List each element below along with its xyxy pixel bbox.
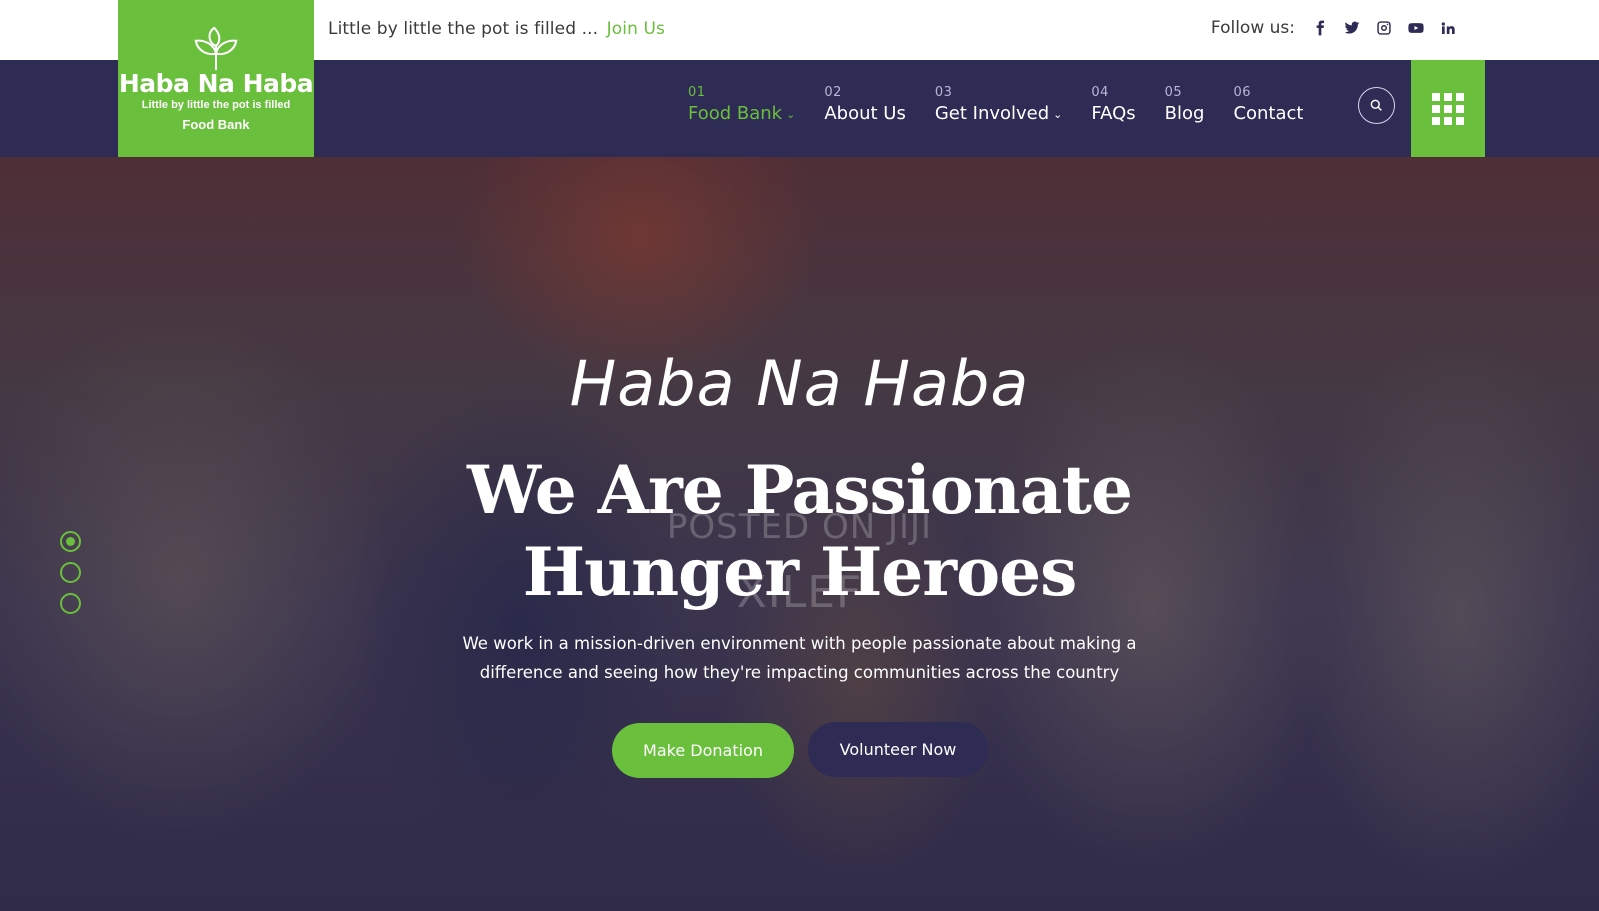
nav-label: Contact [1233, 103, 1304, 124]
chevron-down-icon: ⌄ [786, 108, 796, 121]
hero-description: We work in a mission-driven environment … [0, 629, 1599, 687]
nav-number: 03 [934, 85, 953, 100]
nav-item-faqs[interactable]: 04 FAQs [1091, 85, 1135, 124]
slider-dot-1[interactable] [60, 531, 81, 552]
menu-grid-button[interactable] [1411, 60, 1485, 157]
volunteer-now-button[interactable]: Volunteer Now [808, 722, 988, 777]
slider-dot-2[interactable] [60, 562, 81, 583]
nav-item-get-involved[interactable]: 03 Get Involved ⌄ [935, 85, 1063, 124]
hero-headline: We Are Passionate Hunger Heroes [0, 449, 1599, 613]
hero-slider: Haba Na Haba We Are Passionate Hunger He… [0, 157, 1599, 911]
nav-number: 06 [1233, 85, 1251, 100]
slider-pagination [60, 531, 81, 614]
facebook-icon[interactable] [1311, 19, 1329, 37]
slider-dot-3[interactable] [60, 593, 81, 614]
nav-label: Blog [1164, 103, 1205, 124]
tagline-text: Little by little the pot is filled ... [328, 19, 599, 39]
nav-number: 02 [824, 85, 842, 100]
logo-food-bank: Food Bank [182, 117, 250, 132]
linkedin-icon[interactable] [1439, 19, 1457, 37]
grid-icon [1432, 92, 1464, 125]
main-menu: 01 Food Bank ⌄ 02 About Us 03 Get Involve… [688, 85, 1332, 124]
hero-script-title: Haba Na Haba [569, 347, 1030, 420]
nav-item-contact[interactable]: 06 Contact [1233, 85, 1303, 124]
nav-label: About Us [824, 103, 906, 124]
instagram-icon[interactable] [1375, 19, 1393, 37]
join-us-link[interactable]: Join Us [607, 19, 665, 39]
nav-number: 04 [1091, 85, 1109, 100]
nav-item-food-bank[interactable]: 01 Food Bank ⌄ [688, 85, 795, 124]
nav-label: Get Involved [934, 103, 1050, 124]
nav-item-about-us[interactable]: 02 About Us [824, 85, 906, 124]
social-links: Follow us: [1211, 18, 1457, 38]
twitter-icon[interactable] [1343, 19, 1361, 37]
logo-subtitle: Little by little the pot is filled [141, 99, 291, 111]
site-logo[interactable]: Haba Na Haba Little by little the pot is… [118, 0, 314, 157]
nav-label: Food Bank [688, 103, 783, 124]
hero-headline-line2: Hunger Heroes [522, 533, 1078, 611]
tagline: Little by little the pot is filled ... J… [328, 19, 665, 39]
nav-number: 01 [688, 85, 706, 100]
nav-item-blog[interactable]: 05 Blog [1165, 85, 1205, 124]
hero-desc-line1: We work in a mission-driven environment … [462, 634, 1137, 653]
hero-desc-line2: difference and seeing how they're impact… [479, 663, 1120, 682]
nav-number: 05 [1164, 85, 1183, 100]
logo-title: Haba Na Haba [118, 69, 314, 98]
leaf-logo-icon [194, 26, 238, 71]
follow-label: Follow us: [1210, 18, 1295, 38]
search-button[interactable] [1358, 87, 1395, 124]
youtube-icon[interactable] [1407, 19, 1425, 37]
make-donation-button[interactable]: Make Donation [612, 723, 794, 778]
nav-label: FAQs [1091, 103, 1136, 124]
chevron-down-icon: ⌄ [1053, 108, 1063, 121]
hero-headline-line1: We Are Passionate [467, 451, 1133, 529]
search-icon [1370, 99, 1382, 111]
